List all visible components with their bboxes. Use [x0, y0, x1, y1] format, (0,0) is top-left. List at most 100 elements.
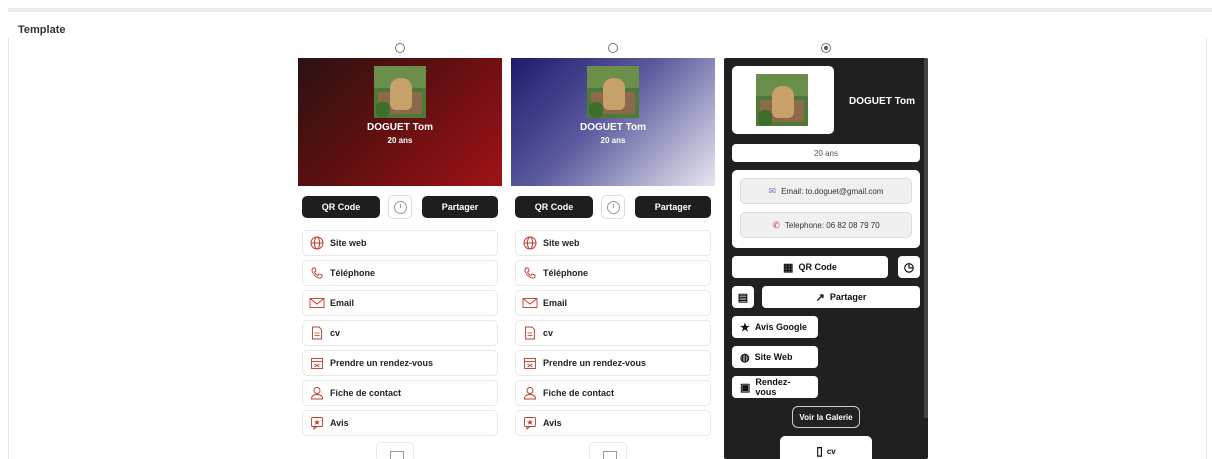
- link-label: Fiche de contact: [543, 388, 615, 398]
- clock-button[interactable]: [601, 195, 625, 219]
- google-review-label: Avis Google: [754, 322, 808, 332]
- link-item-prendre-un-rendez-vous[interactable]: Prendre un rendez-vous: [302, 350, 498, 376]
- link-item-site-web[interactable]: Site web: [302, 230, 498, 256]
- link-label: Téléphone: [330, 268, 376, 278]
- phone-icon: [522, 265, 538, 281]
- card-header: DOGUET Tom 20 ans: [511, 58, 715, 186]
- template-radio-3[interactable]: [821, 43, 831, 53]
- person-icon: [522, 385, 538, 401]
- link-label: Email: [543, 298, 568, 308]
- link-item-avis[interactable]: Avis: [515, 410, 711, 436]
- profile-age: 20 ans: [387, 136, 413, 145]
- profile-age: 20 ans: [732, 144, 920, 162]
- more-tab[interactable]: [376, 442, 414, 459]
- share-icon: ↗: [815, 291, 825, 304]
- document-icon: [309, 325, 325, 341]
- link-label: Prendre un rendez-vous: [330, 358, 434, 368]
- link-label: Avis: [330, 418, 349, 428]
- calendar-icon: [522, 355, 538, 371]
- link-label: cv: [330, 328, 341, 338]
- link-label: Téléphone: [543, 268, 589, 278]
- link-item-fiche-de-contact[interactable]: Fiche de contact: [302, 380, 498, 406]
- pdf-icon: ▯: [816, 444, 823, 458]
- avatar-box: [732, 66, 834, 134]
- scrollbar[interactable]: [924, 58, 928, 418]
- contact-card-icon: ▤: [737, 291, 749, 304]
- link-item-email[interactable]: Email: [515, 290, 711, 316]
- calendar-add-icon: ▣: [740, 381, 751, 394]
- frame-border-right: [1206, 38, 1207, 459]
- template-radio-1[interactable]: [395, 43, 405, 53]
- phone-text: Telephone: 06 82 08 79 70: [784, 220, 880, 230]
- link-item-avis[interactable]: Avis: [302, 410, 498, 436]
- section-title: Template: [18, 24, 66, 36]
- profile-name: DOGUET Tom: [367, 122, 433, 133]
- link-item-t-l-phone[interactable]: Téléphone: [302, 260, 498, 286]
- appointment-button[interactable]: ▣ Rendez-vous: [732, 376, 818, 398]
- phone-icon: ✆: [772, 219, 780, 230]
- link-label: Site web: [543, 238, 580, 248]
- gallery-button[interactable]: Voir la Galerie: [792, 406, 860, 428]
- link-item-prendre-un-rendez-vous[interactable]: Prendre un rendez-vous: [515, 350, 711, 376]
- person-icon: [309, 385, 325, 401]
- template-card-red[interactable]: DOGUET Tom 20 ans QR Code Partager Site …: [298, 58, 502, 459]
- website-label: Site Web: [754, 352, 793, 362]
- link-label: cv: [543, 328, 554, 338]
- profile-age: 20 ans: [600, 136, 626, 145]
- template-radio-2[interactable]: [608, 43, 618, 53]
- phone-row[interactable]: ✆ Telephone: 06 82 08 79 70: [740, 212, 912, 238]
- email-icon: [522, 295, 538, 311]
- qr-code-button[interactable]: ▦ QR Code: [732, 256, 888, 278]
- link-item-t-l-phone[interactable]: Téléphone: [515, 260, 711, 286]
- avatar: [587, 66, 639, 118]
- profile-name: DOGUET Tom: [849, 96, 915, 107]
- email-icon: ✉: [768, 185, 777, 196]
- qr-code-button[interactable]: QR Code: [515, 196, 593, 218]
- document-icon: [522, 325, 538, 341]
- clock-icon: [393, 200, 407, 214]
- avatar: [374, 66, 426, 118]
- link-label: Fiche de contact: [330, 388, 402, 398]
- share-button[interactable]: Partager: [422, 196, 498, 218]
- share-button[interactable]: ↗ Partager: [762, 286, 920, 308]
- clock-button[interactable]: [388, 195, 412, 219]
- qr-code-label: QR Code: [798, 262, 837, 272]
- calendar-icon: [309, 355, 325, 371]
- contact-box: ✉ Email: to.doguet@gmail.com ✆ Telephone…: [732, 170, 920, 248]
- frame-border-left: [8, 38, 9, 459]
- link-item-cv[interactable]: cv: [302, 320, 498, 346]
- link-label: Email: [330, 298, 355, 308]
- phone-icon: [309, 265, 325, 281]
- globe-icon: ◍: [740, 351, 750, 364]
- profile-name: DOGUET Tom: [580, 122, 646, 133]
- email-row[interactable]: ✉ Email: to.doguet@gmail.com: [740, 178, 912, 204]
- more-tab[interactable]: [589, 442, 627, 459]
- qr-code-button[interactable]: QR Code: [302, 196, 380, 218]
- share-label: Partager: [829, 292, 867, 302]
- globe-icon: [522, 235, 538, 251]
- google-review-button[interactable]: ★ Avis Google: [732, 316, 818, 338]
- cv-label: cv: [826, 446, 836, 456]
- clock-button[interactable]: ◷: [898, 256, 920, 278]
- link-label: Site web: [330, 238, 367, 248]
- link-label: Prendre un rendez-vous: [543, 358, 647, 368]
- globe-icon: [309, 235, 325, 251]
- share-button[interactable]: Partager: [635, 196, 711, 218]
- avatar: [756, 74, 808, 126]
- review-icon: [309, 415, 325, 431]
- qr-code-icon: ▦: [783, 261, 794, 274]
- link-item-email[interactable]: Email: [302, 290, 498, 316]
- clock-icon: [606, 200, 620, 214]
- review-icon: [522, 415, 538, 431]
- template-card-dark[interactable]: DOGUET Tom 20 ans ✉ Email: to.doguet@gma…: [724, 58, 928, 459]
- link-item-site-web[interactable]: Site web: [515, 230, 711, 256]
- link-item-cv[interactable]: cv: [515, 320, 711, 346]
- star-icon: ★: [740, 321, 750, 334]
- link-item-fiche-de-contact[interactable]: Fiche de contact: [515, 380, 711, 406]
- website-button[interactable]: ◍ Site Web: [732, 346, 818, 368]
- cv-button[interactable]: ▯ cv: [780, 436, 872, 459]
- top-divider: [8, 8, 1212, 12]
- contact-card-button[interactable]: ▤: [732, 286, 754, 308]
- clock-icon: ◷: [903, 260, 915, 274]
- template-card-blue[interactable]: DOGUET Tom 20 ans QR Code Partager Site …: [511, 58, 715, 459]
